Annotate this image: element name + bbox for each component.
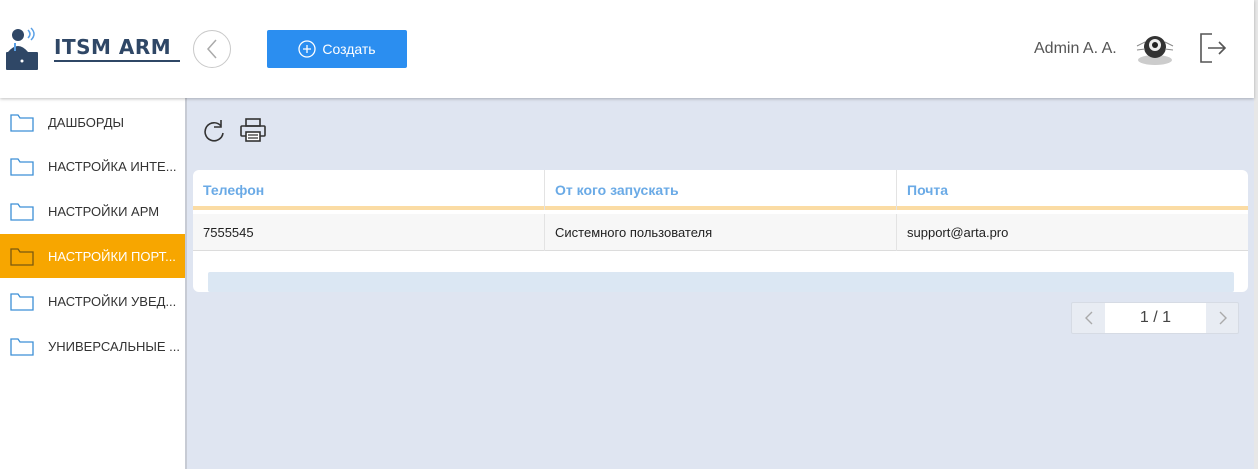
sidebar-item-label: НАСТРОЙКИ ПОРТ...	[48, 248, 176, 264]
cell-phone: 7555545	[193, 214, 545, 251]
logo-icon	[6, 27, 38, 70]
logo-underline	[54, 60, 180, 62]
avatar[interactable]	[1135, 30, 1175, 66]
sidebar-item-label: ДАШБОРДЫ	[48, 114, 125, 130]
data-table: Телефон От кого запускать Почта 7555545 …	[193, 170, 1248, 292]
window-edge	[1254, 0, 1258, 469]
sidebar-item-arm-settings[interactable]: НАСТРОЙКИ АРМ	[0, 189, 185, 233]
main-content: Телефон От кого запускать Почта 7555545 …	[187, 98, 1254, 469]
page-indicator: 1 / 1	[1105, 303, 1206, 333]
sidebar-item-notification-settings[interactable]: НАСТРОЙКИ УВЕД...	[0, 279, 185, 323]
horizontal-scrollbar[interactable]	[208, 272, 1234, 292]
folder-icon	[10, 158, 34, 176]
logout-icon[interactable]	[1198, 32, 1228, 64]
column-header-run-as[interactable]: От кого запускать	[545, 170, 897, 210]
refresh-icon[interactable]	[201, 118, 227, 144]
folder-icon	[10, 293, 34, 311]
cell-run-as: Системного пользователя	[545, 214, 897, 251]
sidebar-item-dashboards[interactable]: ДАШБОРДЫ	[0, 100, 185, 144]
pagination: 1 / 1	[1071, 302, 1239, 334]
folder-icon	[10, 203, 34, 221]
chevron-left-icon	[1084, 311, 1092, 325]
next-page-button[interactable]	[1206, 303, 1239, 333]
user-name[interactable]: Admin A. A.	[1034, 40, 1117, 58]
sidebar-item-label: НАСТРОЙКИ УВЕД...	[48, 293, 177, 309]
back-button[interactable]	[193, 30, 231, 68]
logo[interactable]: ITSM ARM	[6, 24, 186, 74]
sidebar: ДАШБОРДЫ НАСТРОЙКА ИНТЕ... НАСТРОЙКИ АРМ…	[0, 98, 187, 469]
sidebar-item-portal-settings[interactable]: НАСТРОЙКИ ПОРТ...	[0, 234, 185, 278]
sidebar-item-integration-settings[interactable]: НАСТРОЙКА ИНТЕ...	[0, 144, 185, 188]
plus-circle-icon	[298, 40, 317, 58]
chevron-left-icon	[206, 39, 217, 59]
sidebar-item-label: НАСТРОЙКИ АРМ	[48, 203, 160, 219]
cell-email: support@arta.pro	[907, 225, 1009, 240]
logo-text: ITSM ARM	[54, 35, 172, 59]
sidebar-item-universal[interactable]: УНИВЕРСАЛЬНЫЕ ...	[0, 324, 185, 368]
print-icon[interactable]	[239, 117, 267, 143]
sidebar-item-label: УНИВЕРСАЛЬНЫЕ ...	[48, 338, 180, 354]
table-header: Телефон От кого запускать Почта	[193, 170, 1248, 210]
table-row[interactable]: 7555545 Системного пользователя support@…	[193, 214, 1248, 251]
column-header-email[interactable]: Почта	[897, 170, 1248, 210]
sidebar-item-label: НАСТРОЙКА ИНТЕ...	[48, 158, 177, 174]
folder-icon	[10, 338, 34, 356]
folder-icon	[10, 248, 34, 266]
column-header-phone[interactable]: Телефон	[193, 170, 545, 210]
folder-icon	[10, 114, 34, 132]
create-button[interactable]: Создать	[267, 30, 407, 68]
prev-page-button[interactable]	[1072, 303, 1105, 333]
chevron-right-icon	[1219, 311, 1227, 325]
create-button-label: Создать	[322, 41, 376, 57]
app-header: ITSM ARM Создать Admin A. A.	[0, 0, 1254, 98]
